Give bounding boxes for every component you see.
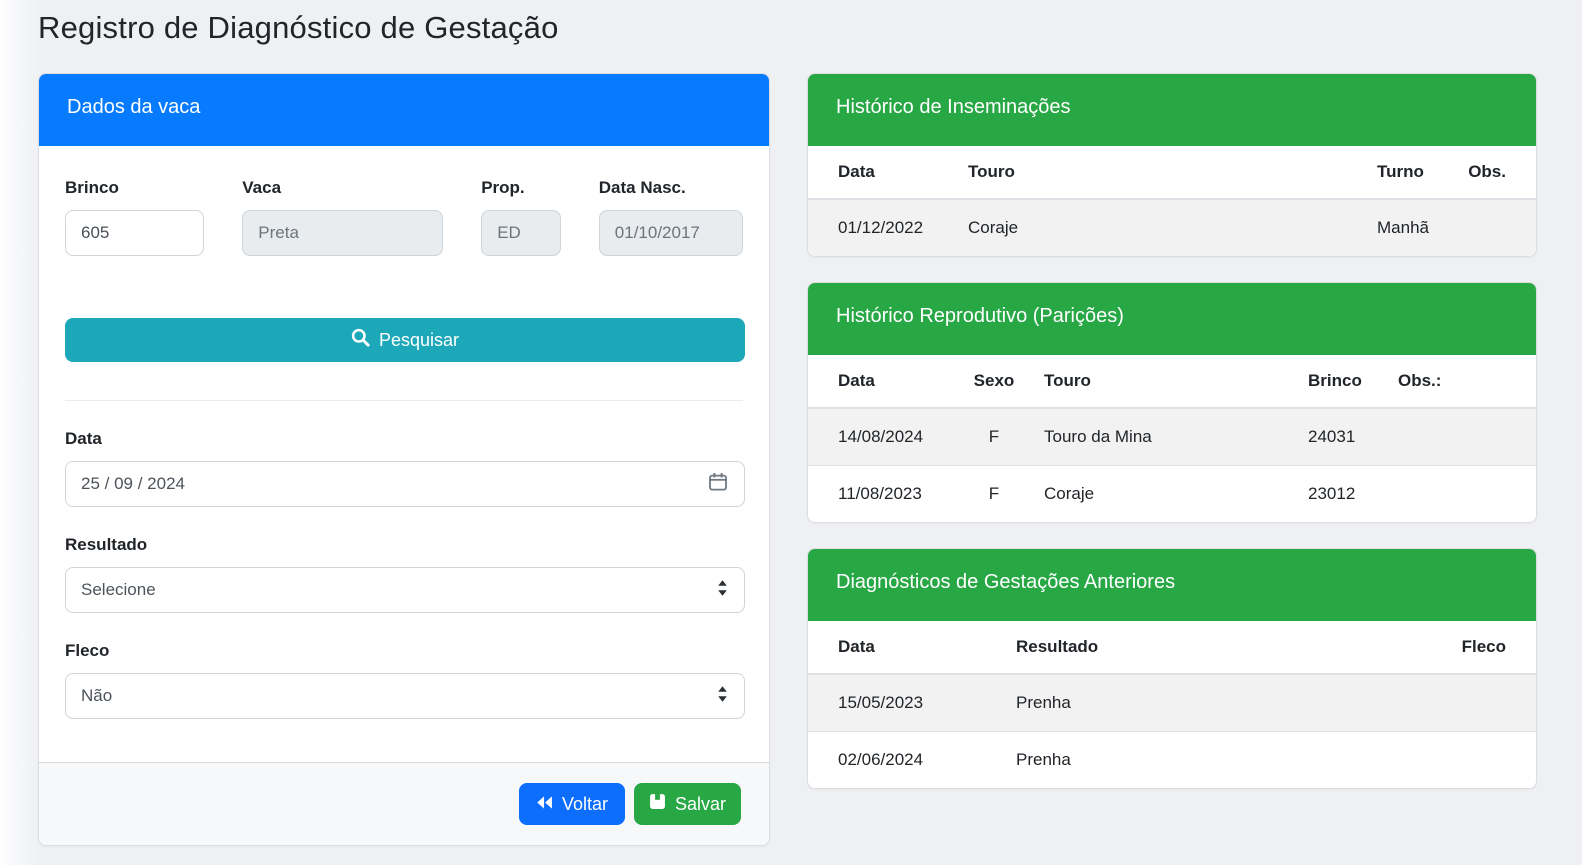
cell-brinco: 23012 <box>1296 465 1386 522</box>
calendar-icon[interactable] <box>707 471 729 498</box>
column-header-touro: Touro <box>956 146 1365 200</box>
column-header-brinco: Brinco <box>1296 355 1386 409</box>
cell-data: 14/08/2024 <box>808 407 956 466</box>
cell-turno: Manhã <box>1365 198 1452 256</box>
save-button-label: Salvar <box>674 793 726 814</box>
previous-diagnoses-header: Diagnósticos de Gestações Anteriores <box>808 549 1536 621</box>
cell-data: 01/12/2022 <box>808 198 956 256</box>
search-button-label: Pesquisar <box>378 329 460 350</box>
column-header-obs: Obs. <box>1452 146 1536 200</box>
data-nasc-label: Data Nasc. <box>598 178 686 197</box>
main-layout: Dados da vaca Brinco Vaca Prop. <box>38 73 1582 846</box>
cell-touro: Coraje <box>1032 465 1296 522</box>
cell-sexo: F <box>956 407 1032 466</box>
cell-obs <box>1386 407 1536 466</box>
resultado-selected-value: Selecione <box>81 580 156 599</box>
cell-touro: Coraje <box>956 198 1365 256</box>
page-root: Registro de Diagnóstico de Gestação Dado… <box>0 0 1582 846</box>
cell-data: 15/05/2023 <box>808 673 1004 732</box>
resultado-select[interactable]: Selecione <box>65 567 745 613</box>
back-button-label: Voltar <box>561 793 608 814</box>
prop-input <box>481 210 561 256</box>
search-button[interactable]: Pesquisar <box>65 318 745 362</box>
brinco-field-group: Brinco <box>65 178 205 256</box>
column-header-data: Data <box>808 146 956 200</box>
cell-data: 02/06/2024 <box>808 731 1004 788</box>
cell-resultado: Prenha <box>1004 731 1436 788</box>
cell-touro: Touro da Mina <box>1032 407 1296 466</box>
select-arrows-icon <box>716 579 729 602</box>
resultado-label: Resultado <box>65 535 148 554</box>
column-header-resultado: Resultado <box>1004 621 1436 675</box>
history-column: Histórico de Inseminações Data Touro Tur… <box>807 73 1537 789</box>
date-input[interactable]: 25 / 09 / 2024 <box>65 461 745 507</box>
column-header-data: Data <box>808 621 1004 675</box>
prop-label: Prop. <box>481 178 525 197</box>
brinco-input[interactable] <box>65 210 205 256</box>
vaca-label: Vaca <box>242 178 282 197</box>
cell-sexo: F <box>956 465 1032 522</box>
cell-obs <box>1386 465 1536 522</box>
table-row: 11/08/2023 F Coraje 23012 <box>808 465 1536 522</box>
data-nasc-input <box>598 210 744 256</box>
table-header-row: Data Resultado Fleco <box>808 621 1536 675</box>
data-nasc-field-group: Data Nasc. <box>598 178 744 256</box>
page-title: Registro de Diagnóstico de Gestação <box>38 10 559 45</box>
column-header-obs: Obs.: <box>1386 355 1536 409</box>
prop-field-group: Prop. <box>481 178 561 256</box>
reproductive-history-header: Histórico Reprodutivo (Parições) <box>808 283 1536 355</box>
inseminations-table: Data Touro Turno Obs. 01/12/2022 Coraje … <box>808 146 1536 256</box>
column-header-turno: Turno <box>1365 146 1452 200</box>
inseminations-card: Histórico de Inseminações Data Touro Tur… <box>807 73 1537 257</box>
cell-data: 11/08/2023 <box>808 465 956 522</box>
form-footer: Voltar Salvar <box>39 762 769 845</box>
cell-fleco <box>1436 731 1536 788</box>
cell-brinco: 24031 <box>1296 407 1386 466</box>
vaca-field-group: Vaca <box>242 178 444 256</box>
column-header-sexo: Sexo <box>956 355 1032 409</box>
save-button[interactable]: Salvar <box>633 783 741 825</box>
brinco-label: Brinco <box>65 178 119 197</box>
table-row: 15/05/2023 Prenha <box>808 673 1536 732</box>
cell-fleco <box>1436 673 1536 732</box>
cell-obs <box>1452 198 1536 256</box>
column-header-touro: Touro <box>1032 355 1296 409</box>
cow-data-card: Dados da vaca Brinco Vaca Prop. <box>38 73 770 846</box>
previous-diagnoses-card: Diagnósticos de Gestações Anteriores Dat… <box>807 548 1537 789</box>
cow-form-body: Brinco Vaca Prop. Data Nasc. <box>39 146 769 762</box>
date-label: Data <box>65 429 102 448</box>
fleco-label: Fleco <box>65 641 110 660</box>
table-row: 02/06/2024 Prenha <box>808 731 1536 788</box>
fleco-selected-value: Não <box>81 686 113 705</box>
form-divider <box>65 400 743 401</box>
reproductive-history-table: Data Sexo Touro Brinco Obs.: 14/08/2024 … <box>808 355 1536 522</box>
vaca-input <box>242 210 444 256</box>
search-icon <box>351 328 370 352</box>
table-header-row: Data Sexo Touro Brinco Obs.: <box>808 355 1536 409</box>
reproductive-history-card: Histórico Reprodutivo (Parições) Data Se… <box>807 282 1537 523</box>
cell-resultado: Prenha <box>1004 673 1436 732</box>
back-button[interactable]: Voltar <box>518 783 625 825</box>
fleco-select[interactable]: Não <box>65 673 745 719</box>
date-value: 25 / 09 / 2024 <box>81 474 185 493</box>
inseminations-header: Histórico de Inseminações <box>808 74 1536 146</box>
cow-id-field-row: Brinco Vaca Prop. Data Nasc. <box>65 178 744 256</box>
column-header-fleco: Fleco <box>1436 621 1536 675</box>
previous-diagnoses-table: Data Resultado Fleco 15/05/2023 Prenha 0… <box>808 621 1536 788</box>
select-arrows-icon <box>716 685 729 708</box>
back-icon <box>536 794 553 815</box>
cow-card-header: Dados da vaca <box>39 74 769 146</box>
table-header-row: Data Touro Turno Obs. <box>808 146 1536 200</box>
column-header-data: Data <box>808 355 956 409</box>
table-row: 14/08/2024 F Touro da Mina 24031 <box>808 407 1536 466</box>
save-icon <box>649 793 666 815</box>
table-row: 01/12/2022 Coraje Manhã <box>808 198 1536 256</box>
